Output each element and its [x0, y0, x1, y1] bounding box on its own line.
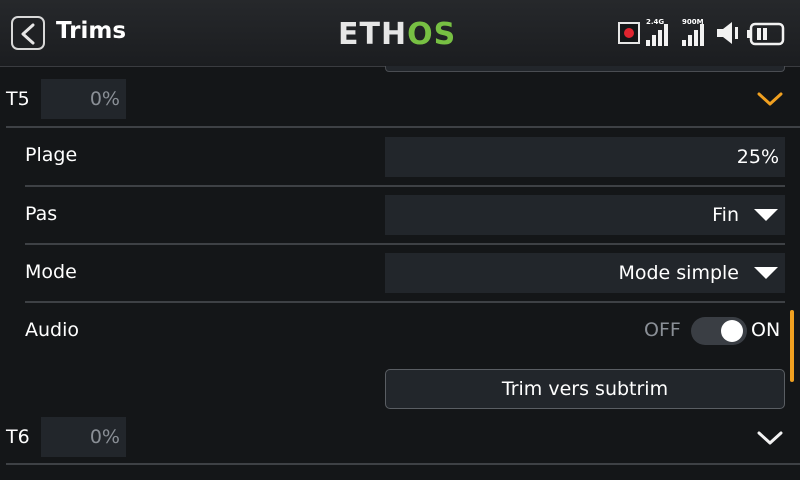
setting-row-step: Pas Fin	[0, 187, 800, 245]
mode-value: Mode simple	[618, 262, 739, 284]
toggle-off-label: OFF	[644, 319, 681, 341]
step-dropdown[interactable]: Fin	[385, 195, 785, 235]
range-field[interactable]: 25%	[385, 137, 785, 177]
chevron-down-icon[interactable]	[756, 429, 784, 447]
battery-icon	[747, 22, 785, 46]
toggle-knob	[721, 320, 743, 342]
record-icon[interactable]	[618, 22, 640, 44]
speaker-icon	[717, 22, 738, 44]
scrollbar[interactable]	[790, 310, 794, 382]
chevron-left-icon	[21, 23, 35, 45]
divider	[6, 463, 800, 465]
audio-toggle[interactable]	[691, 317, 747, 345]
trim-row-t5[interactable]: T5 0%	[0, 72, 800, 128]
header-bar: Trims ETHOS 2.4G 900M	[0, 0, 800, 67]
trim-label: T5	[6, 88, 30, 110]
trims-list: T5 0% Plage 25% Pas Fin Mode Mode simple…	[0, 66, 800, 480]
dropdown-arrow-icon	[754, 267, 778, 279]
range-label: Plage	[25, 144, 78, 166]
trim-row-t6[interactable]: T6 0%	[0, 409, 800, 465]
setting-row-range: Plage 25%	[0, 128, 800, 186]
signal-900m-icon	[682, 24, 708, 46]
chevron-down-icon[interactable]	[756, 90, 784, 108]
back-button[interactable]	[11, 16, 45, 50]
setting-row-mode: Mode Mode simple	[0, 245, 800, 303]
step-label: Pas	[25, 203, 58, 225]
mode-dropdown[interactable]: Mode simple	[385, 253, 785, 293]
mode-label: Mode	[25, 261, 77, 283]
ethos-logo: ETHOS	[338, 17, 457, 52]
trim-value[interactable]: 0%	[41, 79, 126, 119]
page-title: Trims	[56, 18, 127, 44]
signal-2.4g-icon	[646, 24, 672, 46]
trim-to-subtrim-button[interactable]: Trim vers subtrim	[385, 369, 785, 409]
range-value: 25%	[736, 146, 779, 168]
audio-label: Audio	[25, 319, 80, 341]
dropdown-arrow-icon	[754, 209, 778, 221]
toggle-on-label: ON	[751, 319, 781, 341]
setting-row-audio: Audio OFF ON	[0, 303, 800, 361]
trim-label: T6	[6, 426, 30, 448]
trim-value[interactable]: 0%	[41, 417, 126, 457]
step-value: Fin	[712, 204, 739, 226]
